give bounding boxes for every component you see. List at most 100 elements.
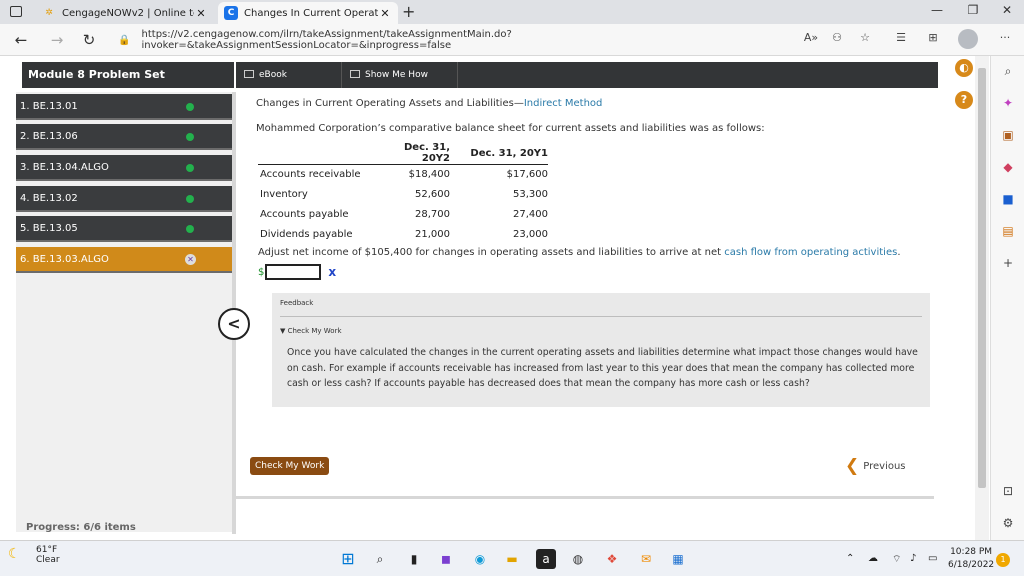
table-row: Inventory 52,600 53,300 <box>258 185 548 205</box>
favorites-icon[interactable]: ☰ <box>890 31 912 49</box>
table-row: Accounts payable 28,700 27,400 <box>258 205 548 225</box>
cengage-sparkle-icon: ✲ <box>45 8 53 18</box>
question-help-icon[interactable]: ? <box>955 91 973 109</box>
module-title: Module 8 Problem Set <box>22 62 234 88</box>
sidebar-item-label: 6. BE.13.03.ALGO <box>20 254 109 265</box>
profile-avatar[interactable] <box>958 29 978 49</box>
url-bar[interactable]: 🔒 https://v2.cengagenow.com/ilrn/takeAss… <box>118 29 798 51</box>
file-explorer-icon[interactable]: ▬ <box>502 549 522 569</box>
collapse-sidebar-button[interactable]: < <box>218 308 250 340</box>
amazon-icon[interactable]: a <box>536 549 556 569</box>
settings-menu-button[interactable]: ··· <box>994 31 1016 49</box>
translate-icon[interactable]: ⚇ <box>826 31 848 49</box>
question-title-main: Changes in Current Operating Assets and … <box>256 98 524 109</box>
shopping-icon[interactable]: ▣ <box>999 126 1017 144</box>
onedrive-icon[interactable]: ☁ <box>868 553 878 564</box>
check-icon <box>186 103 194 111</box>
moon-icon: ☾ <box>8 546 21 562</box>
discover-icon[interactable]: ✦ <box>999 94 1017 112</box>
notification-badge[interactable]: 1 <box>996 553 1010 567</box>
back-arrow-icon[interactable]: ← <box>10 30 32 50</box>
restore-button[interactable]: ❐ <box>958 3 988 21</box>
gear-icon[interactable]: ⚙ <box>999 514 1017 532</box>
weather-temp: 61°F <box>36 545 58 555</box>
office-icon[interactable]: ■ <box>999 190 1017 208</box>
chevron-left-icon: ❮ <box>845 456 860 476</box>
answer-input[interactable] <box>265 264 322 280</box>
answer-row: $ x <box>258 263 336 281</box>
search-icon[interactable]: ⌕ <box>370 549 390 569</box>
teams-icon[interactable]: ◼ <box>436 549 456 569</box>
close-tab-icon[interactable]: ✕ <box>194 7 208 20</box>
collections-icon[interactable]: ⊞ <box>922 31 944 49</box>
headset-help-icon[interactable]: ◐ <box>955 59 973 77</box>
table-header-blank <box>258 142 388 165</box>
table-row: Accounts receivable $18,400 $17,600 <box>258 165 548 185</box>
forward-arrow-icon[interactable]: → <box>46 30 68 50</box>
check-icon <box>186 225 194 233</box>
progress-text: Progress: 6/6 items <box>26 522 136 533</box>
address-toolbar: ← → ↻ 🔒 https://v2.cengagenow.com/ilrn/t… <box>0 24 1024 56</box>
refresh-icon[interactable]: ↻ <box>78 30 100 50</box>
lock-icon: 🔒 <box>118 34 131 46</box>
ebook-button[interactable]: eBook <box>236 62 342 88</box>
row-label: Accounts payable <box>260 209 349 220</box>
sidebar-item-6[interactable]: 6. BE.13.03.ALGO ✕ <box>16 247 232 273</box>
tab-changes-in-current[interactable]: C Changes In Current Operating A ✕ <box>218 2 398 24</box>
row-value-y2: 52,600 <box>415 189 450 200</box>
read-aloud-icon[interactable]: A» <box>800 31 822 49</box>
close-window-button[interactable]: ✕ <box>992 3 1022 21</box>
new-tab-button[interactable]: + <box>402 2 415 21</box>
book-icon <box>244 70 254 78</box>
page-scrollbar[interactable] <box>975 56 989 540</box>
adjust-text: Adjust net income of $105,400 for change… <box>258 247 725 258</box>
minimize-button[interactable]: — <box>922 3 952 21</box>
outlook-icon[interactable]: ▤ <box>999 222 1017 240</box>
check-my-work-toggle[interactable]: ▼ Check My Work <box>280 327 342 335</box>
weather-widget[interactable]: ☾ 61°F Clear <box>8 545 60 565</box>
app-icon[interactable]: ◍ <box>568 549 588 569</box>
windows-start-icon[interactable]: ⊞ <box>338 549 358 569</box>
show-me-how-button[interactable]: Show Me How <box>342 62 458 88</box>
sidebar-item-1[interactable]: 1. BE.13.01 <box>16 94 232 120</box>
hide-sidebar-icon[interactable]: ⊡ <box>999 482 1017 500</box>
task-view-icon[interactable]: ▮ <box>404 549 424 569</box>
chevron-up-icon[interactable]: ⌃ <box>846 553 854 564</box>
ebook-label: eBook <box>259 70 287 80</box>
sidebar-item-2[interactable]: 2. BE.13.06 <box>16 124 232 150</box>
show-me-how-label: Show Me How <box>365 70 428 80</box>
top-toolbar: eBook Show Me How <box>236 62 938 88</box>
close-tab-icon[interactable]: ✕ <box>378 7 392 20</box>
system-clock[interactable]: 10:28 PM 6/18/2022 <box>948 546 994 572</box>
edge-sidebar: ⌕ ✦ ▣ ◆ ■ ▤ + ⊡ ⚙ <box>990 56 1024 540</box>
row-value-y1: $17,600 <box>506 169 548 181</box>
feedback-divider <box>280 316 922 317</box>
battery-icon[interactable]: ▭ <box>928 553 937 564</box>
scrollbar-thumb[interactable] <box>978 68 986 488</box>
windows-taskbar: ☾ 61°F Clear ⊞ ⌕ ▮ ◼ ◉ ▬ a ◍ ❖ ✉ ▦ ⌃ ☁ ⌔… <box>0 540 1024 576</box>
tab-cengagenow[interactable]: ✲ CengageNOWv2 | Online teachin ✕ <box>36 2 214 24</box>
sidebar-item-4[interactable]: 4. BE.13.02 <box>16 186 232 212</box>
clock-date: 6/18/2022 <box>948 560 995 570</box>
balance-sheet-table: Dec. 31, 20Y2 Dec. 31, 20Y1 Accounts rec… <box>258 142 548 245</box>
add-icon[interactable]: + <box>999 254 1017 272</box>
sidebar-item-label: 2. BE.13.06 <box>20 131 78 142</box>
games-icon[interactable]: ◆ <box>999 158 1017 176</box>
wifi-icon[interactable]: ⌔ <box>892 553 901 566</box>
search-icon[interactable]: ⌕ <box>999 62 1017 80</box>
row-value-y2: $18,400 <box>408 169 450 181</box>
check-my-work-button[interactable]: Check My Work <box>250 457 330 475</box>
volume-icon[interactable]: ♪ <box>910 553 916 564</box>
tab-actions-icon[interactable] <box>10 6 22 17</box>
app-icon-red[interactable]: ❖ <box>602 549 622 569</box>
weather-desc: Clear <box>36 555 60 565</box>
edge-icon[interactable]: ◉ <box>470 549 490 569</box>
previous-button[interactable]: ❮ Previous <box>845 456 906 476</box>
sidebar-item-5[interactable]: 5. BE.13.05 <box>16 216 232 242</box>
cash-flow-term-link[interactable]: cash flow from operating activities <box>724 247 897 258</box>
sidebar-item-label: 3. BE.13.04.ALGO <box>20 162 109 173</box>
store-icon[interactable]: ▦ <box>668 549 688 569</box>
sidebar-item-3[interactable]: 3. BE.13.04.ALGO <box>16 155 232 181</box>
mail-icon[interactable]: ✉ <box>636 549 656 569</box>
add-favorite-icon[interactable]: ☆ <box>854 31 876 49</box>
